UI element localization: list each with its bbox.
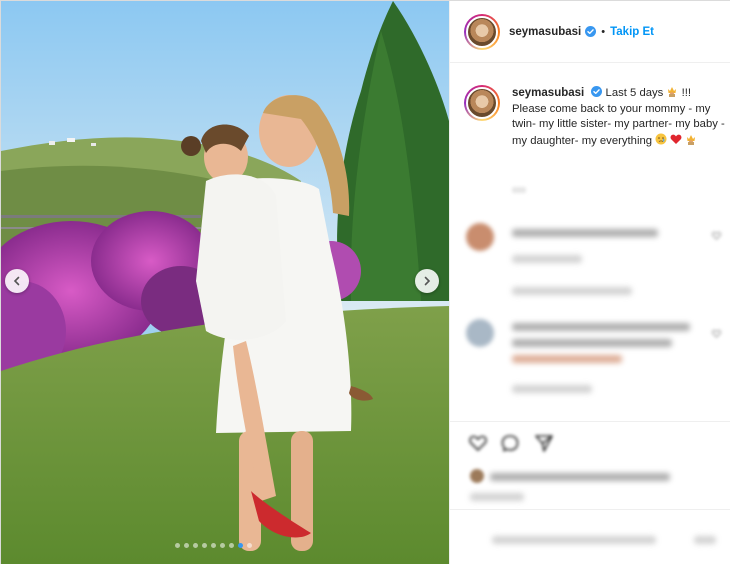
comment-meta-blurred — [512, 385, 592, 393]
comment-text-blurred — [512, 323, 690, 331]
view-replies-blurred — [512, 287, 632, 295]
post-header: seymasubasi • Takip Et — [450, 1, 730, 63]
carousel-dot — [229, 543, 234, 548]
caption-body-part1: Last 5 days — [605, 87, 664, 99]
add-comment-placeholder-blurred — [492, 536, 656, 544]
caption-avatar[interactable] — [464, 85, 500, 121]
avatar-image — [466, 87, 498, 119]
avatar-image — [466, 15, 498, 48]
post-button-blurred[interactable] — [694, 536, 716, 544]
chevron-left-icon — [13, 276, 20, 286]
princess-emoji — [685, 133, 697, 145]
heart-icon[interactable] — [468, 433, 488, 453]
verified-badge-icon — [585, 26, 597, 37]
actions-divider — [450, 421, 730, 422]
author-username[interactable]: seymasubasi — [509, 26, 581, 38]
heart-icon[interactable] — [712, 231, 721, 240]
carousel-dot — [202, 543, 207, 548]
comment-avatar — [466, 319, 494, 347]
carousel-next-button[interactable] — [415, 269, 439, 293]
post-photo[interactable] — [1, 1, 449, 564]
liked-by-avatar — [470, 469, 484, 483]
carousel-dot-active — [238, 543, 243, 548]
comment-meta-blurred — [512, 255, 582, 263]
author-avatar[interactable] — [464, 13, 500, 50]
comment-text-blurred — [512, 229, 658, 237]
post-date-blurred — [470, 493, 524, 501]
carousel-indicator — [175, 543, 252, 548]
comment-icon[interactable] — [500, 433, 520, 453]
red-heart-emoji — [670, 133, 682, 145]
princess-emoji — [666, 85, 678, 97]
post-caption: seymasubasi Last 5 days !!! Please come … — [464, 85, 726, 149]
photo-image — [1, 1, 449, 564]
carousel-dot — [211, 543, 216, 548]
comment-avatar — [466, 223, 494, 251]
carousel-dot — [220, 543, 225, 548]
add-comment-bar[interactable] — [450, 509, 730, 564]
verified-badge-icon — [591, 86, 603, 97]
carousel-dot — [247, 543, 252, 548]
carousel-dot — [175, 543, 180, 548]
caption-text: seymasubasi Last 5 days !!! Please come … — [512, 85, 726, 149]
caption-username[interactable]: seymasubasi — [512, 87, 584, 99]
follow-button[interactable]: Takip Et — [610, 26, 654, 38]
comment-text-blurred — [512, 355, 622, 363]
instagram-post: seymasubasi • Takip Et seymasubasi Last … — [0, 0, 730, 564]
caption-timestamp-blurred — [512, 187, 526, 193]
post-details-panel: seymasubasi • Takip Et seymasubasi Last … — [449, 1, 730, 564]
comment-text-blurred — [512, 339, 672, 347]
carousel-dot — [193, 543, 198, 548]
chevron-right-icon — [424, 276, 431, 286]
header-separator: • — [601, 25, 606, 38]
likes-text-blurred — [490, 473, 670, 481]
carousel-prev-button[interactable] — [5, 269, 29, 293]
heart-icon[interactable] — [712, 329, 721, 338]
carousel-dot — [184, 543, 189, 548]
share-icon[interactable] — [534, 433, 554, 453]
crying-face-emoji — [655, 133, 667, 145]
